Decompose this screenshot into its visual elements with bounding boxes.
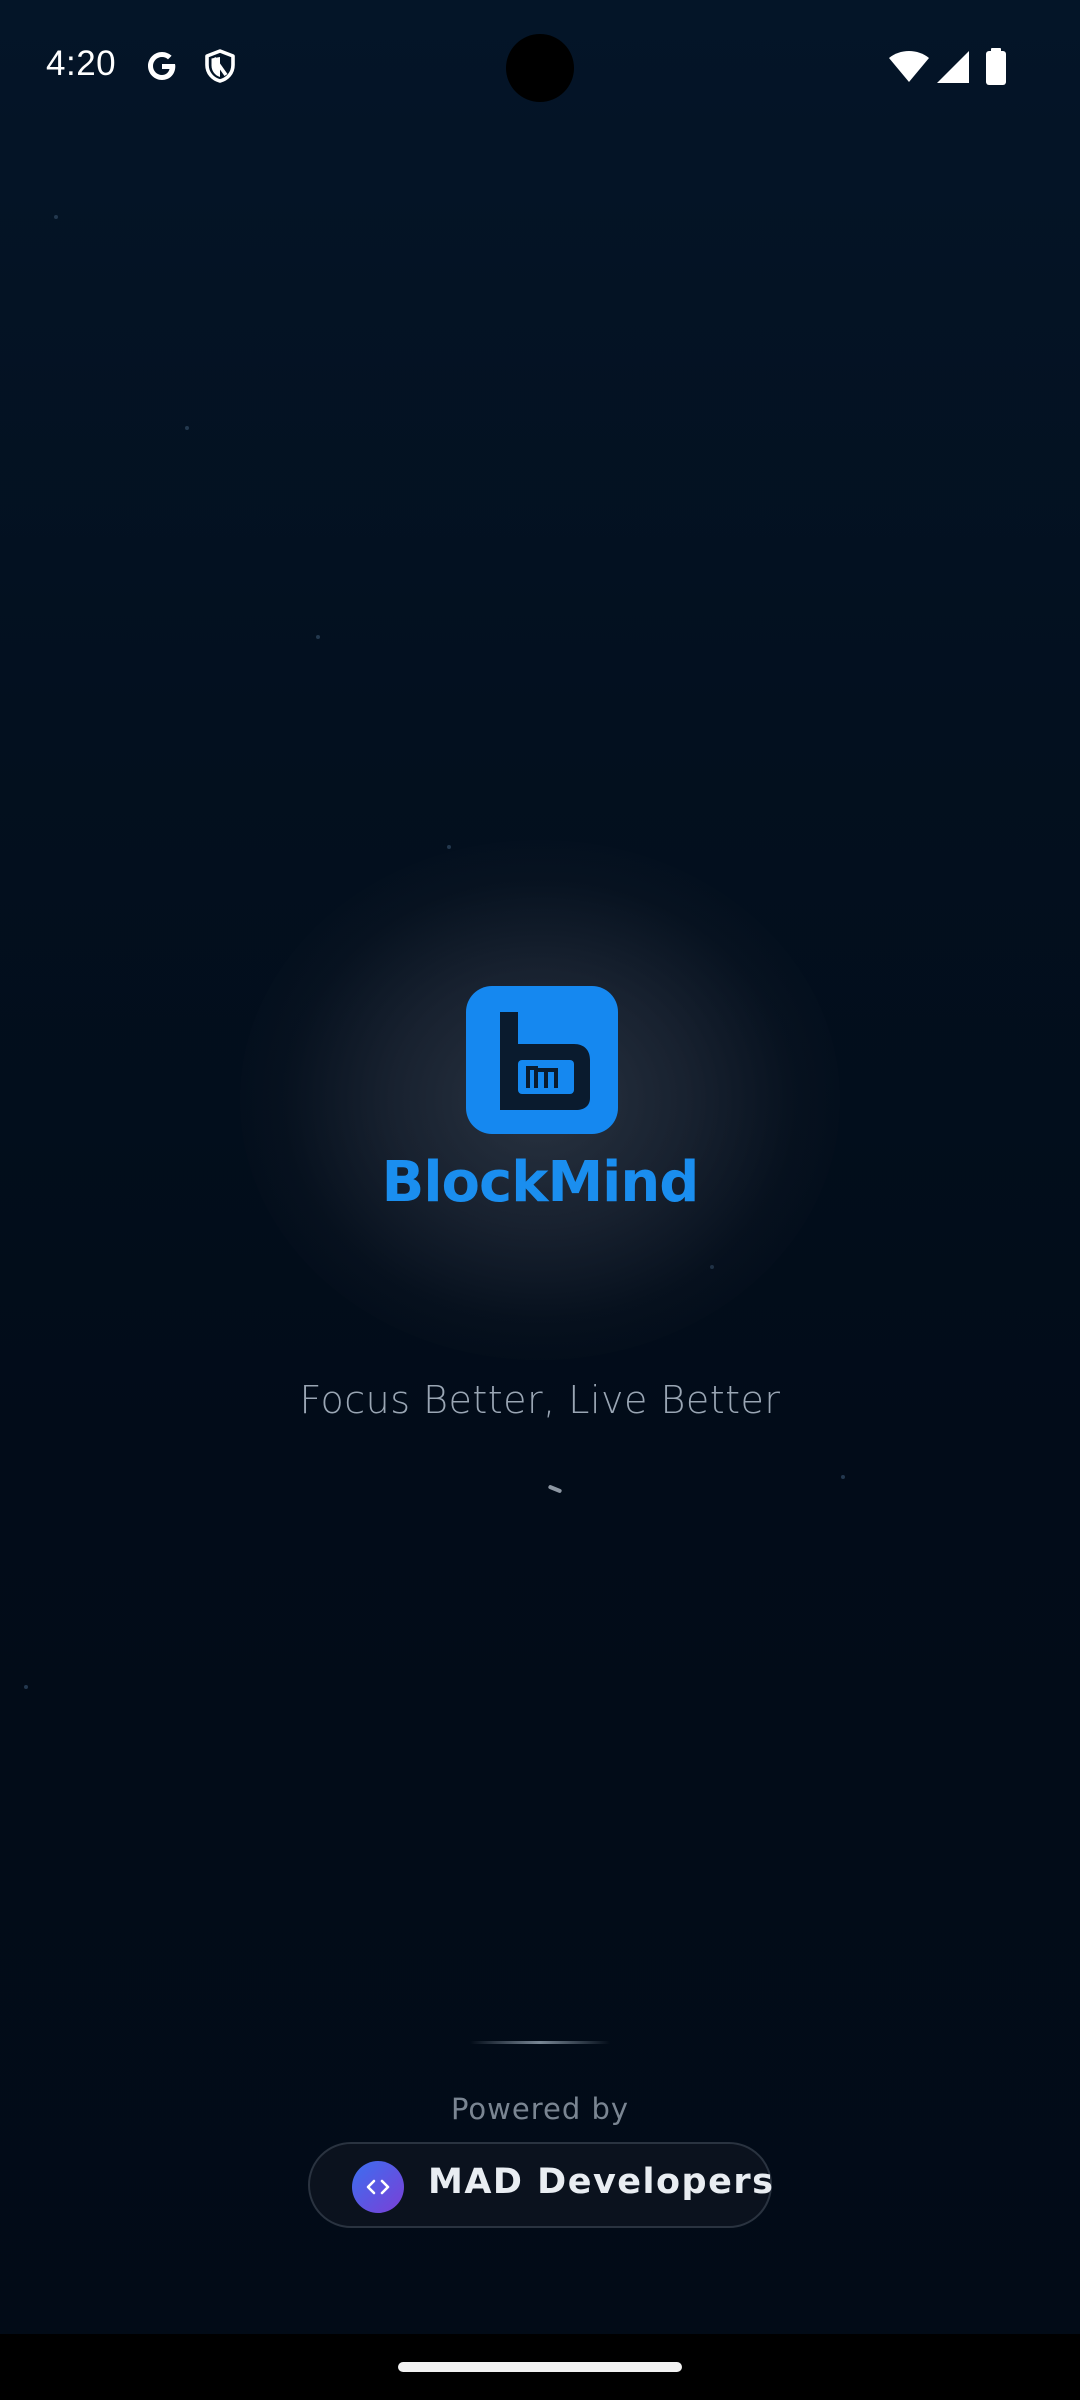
app-name: BlockMind bbox=[381, 1150, 700, 1215]
powered-by-label: Powered by bbox=[450, 2092, 630, 2126]
developer-name: MAD Developers bbox=[428, 2162, 775, 2202]
background-star bbox=[185, 426, 189, 430]
loading-indicator bbox=[547, 1484, 563, 1494]
home-indicator[interactable] bbox=[398, 2362, 682, 2372]
status-time: 4:20 bbox=[46, 44, 117, 83]
background-star bbox=[316, 635, 320, 639]
shield-icon bbox=[203, 48, 237, 88]
camera-cutout bbox=[506, 34, 574, 102]
splash-screen: 4:20 BlockMind Focus Better, Live Better… bbox=[0, 0, 1080, 2400]
tagline: Focus Better, Live Better bbox=[299, 1378, 781, 1422]
signal-icon bbox=[936, 50, 970, 88]
footer-divider bbox=[470, 2041, 610, 2044]
blockmind-logo-icon bbox=[466, 986, 618, 1134]
background-star bbox=[54, 215, 58, 219]
background-star bbox=[24, 1685, 28, 1689]
wifi-icon bbox=[888, 50, 930, 88]
code-icon bbox=[352, 2161, 404, 2213]
developer-credit-pill[interactable]: MAD Developers bbox=[308, 2142, 775, 2228]
battery-icon bbox=[985, 48, 1007, 90]
google-icon bbox=[144, 48, 180, 88]
background-star bbox=[447, 845, 451, 849]
status-bar: 4:20 bbox=[0, 0, 1080, 136]
background-star bbox=[841, 1475, 845, 1479]
